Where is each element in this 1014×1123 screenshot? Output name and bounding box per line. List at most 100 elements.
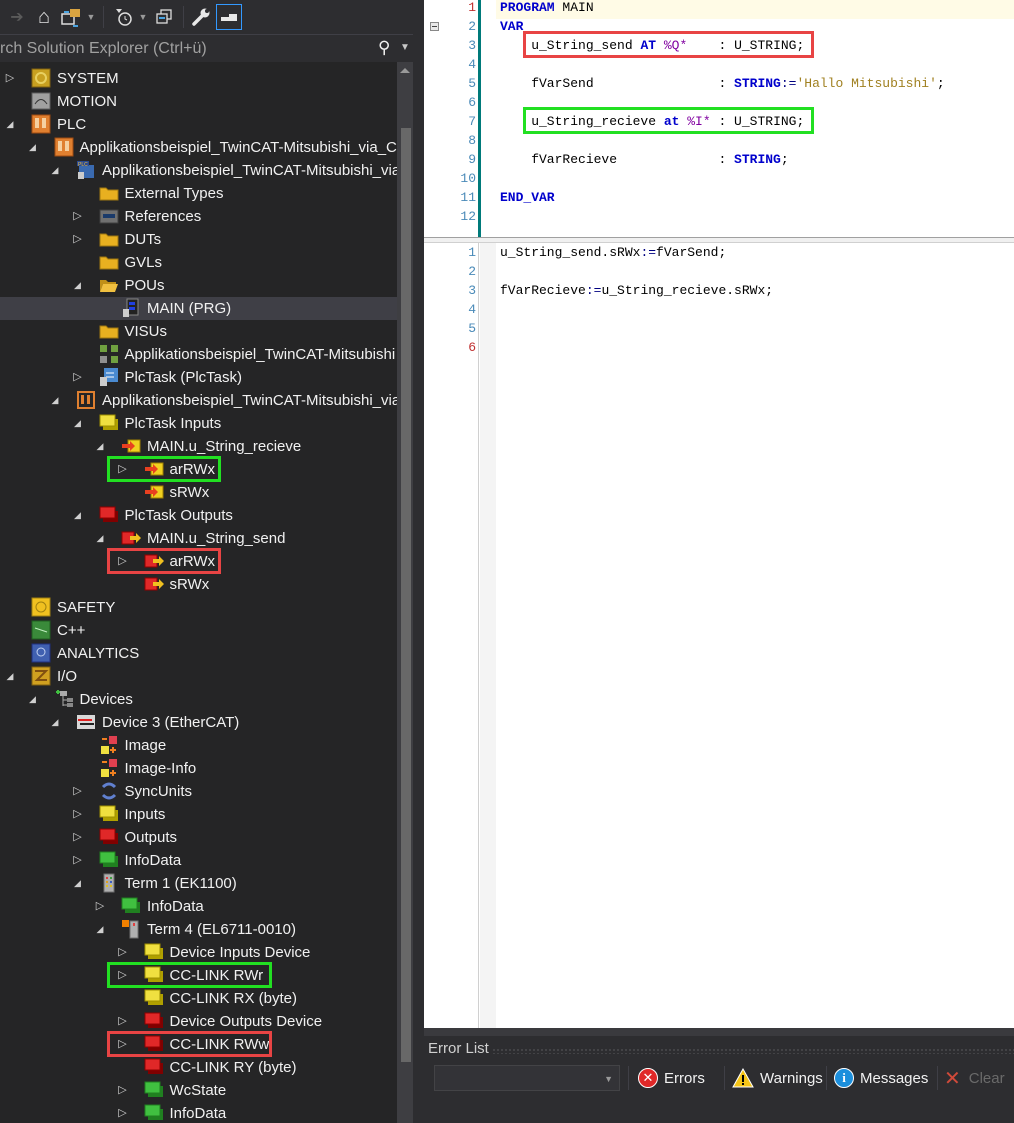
filter-dropdown-icon[interactable]: ▼ <box>138 5 148 29</box>
expand-arrow-icon[interactable]: ▷ <box>4 67 16 90</box>
tree-item[interactable]: ◢ MAIN.u_String_send <box>0 527 397 550</box>
fold-collapse-icon[interactable] <box>430 22 439 31</box>
clear-button[interactable]: ✕ Clear <box>944 1065 1005 1091</box>
tree-item[interactable]: sRWx <box>0 573 397 596</box>
expand-arrow-icon[interactable]: ▷ <box>72 205 84 228</box>
tree-item[interactable]: ◢ PlcTask Outputs <box>0 504 397 527</box>
collapse-arrow-icon[interactable]: ◢ <box>94 435 106 458</box>
expand-arrow-icon[interactable]: ▷ <box>117 1079 129 1102</box>
scrollbar-thumb[interactable] <box>401 128 411 1062</box>
tree-item[interactable]: MAIN (PRG) <box>0 297 397 320</box>
code-line[interactable]: fVarSend : STRING:='Hallo Mitsubishi'; <box>500 74 945 93</box>
collapse-all-icon[interactable] <box>154 5 174 29</box>
code-line[interactable]: VAR <box>500 17 523 36</box>
tree-item[interactable]: ◢ Term 4 (EL6711-0010) <box>0 918 397 941</box>
tree-item[interactable]: ▷ Device Outputs Device <box>0 1010 397 1033</box>
code-line[interactable]: PROGRAM MAIN <box>500 0 594 17</box>
tree-item[interactable]: ▷ InfoData <box>0 1102 397 1123</box>
implementation-editor[interactable]: 123456 u_String_send.sRWx:=fVarSend; fVar… <box>424 243 1014 1028</box>
expand-arrow-icon[interactable]: ▷ <box>117 458 129 481</box>
messages-filter-button[interactable]: i Messages <box>834 1065 928 1091</box>
expand-arrow-icon[interactable]: ▷ <box>72 826 84 849</box>
expand-arrow-icon[interactable]: ▷ <box>72 849 84 872</box>
collapse-arrow-icon[interactable]: ◢ <box>72 504 84 527</box>
code-line[interactable]: u_String_send.sRWx:=fVarSend; <box>500 243 726 262</box>
tree-item[interactable]: ◢ Term 1 (EK1100) <box>0 872 397 895</box>
tree-item[interactable]: Applikationsbeispiel_TwinCAT-Mitsubishi <box>0 343 397 366</box>
pending-changes-filter-icon[interactable] <box>112 5 134 29</box>
expand-arrow-icon[interactable]: ▷ <box>72 780 84 803</box>
expand-arrow-icon[interactable]: ▷ <box>117 550 129 573</box>
sync-dropdown-icon[interactable]: ▼ <box>86 5 96 29</box>
tree-item[interactable]: ◢ PlcTask Inputs <box>0 412 397 435</box>
tree-item[interactable]: sRWx <box>0 481 397 504</box>
tree-item[interactable]: GVLs <box>0 251 397 274</box>
sync-with-active-document-icon[interactable] <box>60 5 82 29</box>
code-line[interactable]: END_VAR <box>500 188 555 207</box>
tree-item[interactable]: CC-LINK RX (byte) <box>0 987 397 1010</box>
tree-item[interactable]: ◢ I/O <box>0 665 397 688</box>
tree-item[interactable]: ▷ CC-LINK RWw <box>0 1033 397 1056</box>
tree-item[interactable]: C++ <box>0 619 397 642</box>
tree-item[interactable]: ▷ WcState <box>0 1079 397 1102</box>
tree-item[interactable]: ◢ Applikationsbeispiel_TwinCAT-Mitsubishi… <box>0 389 397 412</box>
tree-item[interactable]: Image <box>0 734 397 757</box>
tree-item[interactable]: ▷ CC-LINK RWr <box>0 964 397 987</box>
tree-item[interactable]: ◢ MAIN.u_String_recieve <box>0 435 397 458</box>
tree-item[interactable]: VISUs <box>0 320 397 343</box>
tree-item[interactable]: CC-LINK RY (byte) <box>0 1056 397 1079</box>
expand-arrow-icon[interactable]: ▷ <box>117 1010 129 1033</box>
properties-wrench-icon[interactable] <box>190 5 212 29</box>
collapse-arrow-icon[interactable]: ◢ <box>94 527 106 550</box>
collapse-arrow-icon[interactable]: ◢ <box>72 274 84 297</box>
code-line[interactable]: fVarRecieve : STRING; <box>500 150 788 169</box>
search-input[interactable]: rch Solution Explorer (Ctrl+ü) <box>0 40 207 58</box>
collapse-arrow-icon[interactable]: ◢ <box>72 412 84 435</box>
tree-item[interactable]: ◢ PLC Applikationsbeispiel_TwinCAT-Mitsubi… <box>0 159 397 182</box>
expand-arrow-icon[interactable]: ▷ <box>94 895 106 918</box>
tree-item[interactable]: ▷ SYSTEM <box>0 67 397 90</box>
collapse-arrow-icon[interactable]: ◢ <box>94 918 106 941</box>
tree-item[interactable]: ▷ InfoData <box>0 849 397 872</box>
preview-selected-items-icon[interactable] <box>216 4 242 30</box>
tree-item[interactable]: MOTION <box>0 90 397 113</box>
collapse-arrow-icon[interactable]: ◢ <box>4 113 16 136</box>
collapse-arrow-icon[interactable]: ◢ <box>4 665 16 688</box>
search-icon[interactable]: ⚲ <box>378 38 390 58</box>
expand-arrow-icon[interactable]: ▷ <box>117 964 129 987</box>
expand-arrow-icon[interactable]: ▷ <box>72 366 84 389</box>
tree-item[interactable]: ▷ References <box>0 205 397 228</box>
tree-item[interactable]: ▷ InfoData <box>0 895 397 918</box>
collapse-arrow-icon[interactable]: ◢ <box>27 688 39 711</box>
tree-item[interactable]: ▷ DUTs <box>0 228 397 251</box>
forward-icon[interactable]: ➔ <box>6 5 28 29</box>
collapse-arrow-icon[interactable]: ◢ <box>72 872 84 895</box>
collapse-arrow-icon[interactable]: ◢ <box>49 711 61 734</box>
solution-explorer-search[interactable]: rch Solution Explorer (Ctrl+ü) ⚲ ▼ <box>0 34 420 62</box>
tree-item[interactable]: ANALYTICS <box>0 642 397 665</box>
tree-item[interactable]: ▷ SyncUnits <box>0 780 397 803</box>
error-list-filter-dropdown[interactable]: ▼ <box>434 1065 620 1091</box>
tree-vertical-scrollbar[interactable] <box>397 62 413 1123</box>
panel-grip[interactable] <box>492 1048 1014 1054</box>
expand-arrow-icon[interactable]: ▷ <box>117 1033 129 1056</box>
code-line[interactable]: fVarRecieve:=u_String_recieve.sRWx; <box>500 281 773 300</box>
tree-item[interactable]: ▷ PlcTask (PlcTask) <box>0 366 397 389</box>
tree-item[interactable]: ◢ PLC <box>0 113 397 136</box>
collapse-arrow-icon[interactable]: ◢ <box>49 389 61 412</box>
expand-arrow-icon[interactable]: ▷ <box>117 1102 129 1123</box>
home-icon[interactable]: ⌂ <box>34 5 54 29</box>
tree-item[interactable]: ◢ Applikationsbeispiel_TwinCAT-Mitsubishi… <box>0 136 397 159</box>
tree-item[interactable]: ▷ arRWx <box>0 458 397 481</box>
pane-splitter[interactable] <box>413 0 424 1123</box>
tree-item[interactable]: ▷ Inputs <box>0 803 397 826</box>
warnings-filter-button[interactable]: Warnings <box>732 1065 823 1091</box>
tree-item[interactable]: ◢ POUs <box>0 274 397 297</box>
expand-arrow-icon[interactable]: ▷ <box>72 803 84 826</box>
collapse-arrow-icon[interactable]: ◢ <box>49 159 61 182</box>
declaration-editor[interactable]: 1 2 3 4 5 6 7 8 9 10 11 12 PROGRAM MAIN VAR u_String… <box>424 0 1014 237</box>
tree-item[interactable]: External Types <box>0 182 397 205</box>
tree-item[interactable]: ▷ Device Inputs Device <box>0 941 397 964</box>
search-options-dropdown-icon[interactable]: ▼ <box>400 42 410 53</box>
expand-arrow-icon[interactable]: ▷ <box>117 941 129 964</box>
